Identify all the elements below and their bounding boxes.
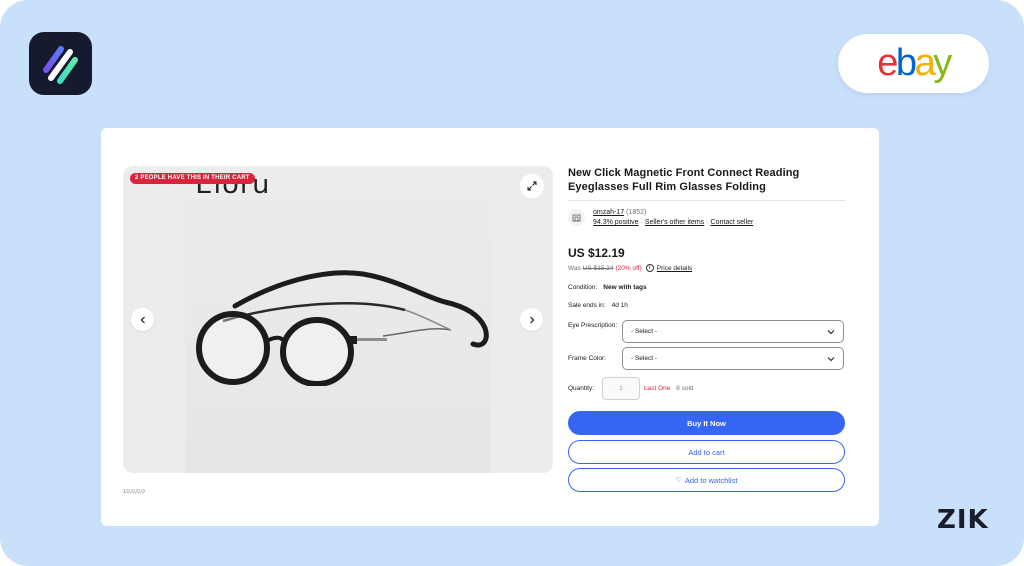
frame-color-select[interactable]: - Select - bbox=[622, 347, 844, 370]
add-to-cart-button[interactable]: Add to cart bbox=[568, 440, 845, 464]
listing-details: New Click Magnetic Front Connect Reading… bbox=[568, 166, 846, 492]
condition-value: New with tags bbox=[603, 284, 647, 291]
chevron-left-icon bbox=[140, 316, 145, 323]
eye-prescription-select[interactable]: - Select - bbox=[622, 320, 844, 343]
old-price: US $15.24 bbox=[582, 264, 614, 272]
last-one-text: Last One bbox=[644, 385, 671, 392]
quantity-input[interactable]: 1 bbox=[602, 377, 640, 400]
next-image-button[interactable] bbox=[520, 308, 543, 331]
seller-other-items-link[interactable]: Seller's other items bbox=[645, 219, 704, 226]
cart-count-badge: 2 PEOPLE HAVE THIS IN THEIR CART bbox=[130, 173, 255, 184]
seller-row: omzah-17 (1852) 94.3% positive · Seller's … bbox=[568, 208, 753, 228]
eye-prescription-value: - Select - bbox=[631, 328, 658, 335]
condition-row: Condition: New with tags bbox=[568, 284, 647, 291]
sale-ends-value: 4d 1h bbox=[611, 302, 628, 309]
expand-image-button[interactable] bbox=[520, 174, 544, 198]
expand-icon bbox=[527, 181, 537, 191]
ebay-logo-letter: y bbox=[933, 42, 952, 84]
sale-ends-row: Sale ends in: 4d 1h bbox=[568, 302, 628, 309]
glasses-image bbox=[196, 270, 489, 386]
chevron-down-icon bbox=[827, 356, 835, 361]
ebay-logo-letter: b bbox=[895, 42, 917, 84]
chevron-right-icon bbox=[529, 316, 534, 323]
listing-title: New Click Magnetic Front Connect Reading… bbox=[568, 167, 800, 193]
eye-prescription-label: Eye Prescription: bbox=[568, 322, 618, 329]
price: US $12.19 bbox=[568, 246, 625, 260]
price-details-link[interactable]: Price details bbox=[657, 265, 692, 272]
slash-logo-icon bbox=[43, 46, 78, 84]
stock-status: Last One · 8 sold bbox=[644, 385, 694, 392]
buy-it-now-button[interactable]: Buy It Now bbox=[568, 411, 845, 435]
page-background: ebay Eloru 2 PEOPLE HAVE THIS IN THEIR C… bbox=[0, 0, 1024, 566]
add-to-watchlist-button[interactable]: ♡ Add to watchlist bbox=[568, 468, 845, 492]
frame-color-value: - Select - bbox=[631, 355, 658, 362]
store-icon bbox=[568, 209, 585, 226]
seller-positive-link[interactable]: 94.3% positive bbox=[593, 219, 639, 226]
was-price-row: Was US $15.24 (20% off) i Price details bbox=[568, 264, 692, 272]
ebay-logo-letter: a bbox=[914, 42, 936, 84]
contact-seller-link[interactable]: Contact seller bbox=[711, 219, 754, 226]
ebay-logo: ebay bbox=[838, 34, 989, 93]
frame-color-label: Frame Color: bbox=[568, 355, 606, 362]
sale-ends-label: Sale ends in: bbox=[568, 302, 606, 309]
heart-icon: ♡ bbox=[675, 477, 682, 484]
chevron-down-icon bbox=[827, 329, 835, 334]
add-to-watchlist-label: Add to watchlist bbox=[684, 475, 738, 485]
quantity-label: Quantity: bbox=[568, 385, 595, 392]
seller-info: omzah-17 (1852) 94.3% positive · Seller's … bbox=[593, 209, 754, 226]
gallery-caption: 10,0,0,0 bbox=[123, 489, 145, 495]
zik-logo: ZIK bbox=[937, 505, 989, 535]
listing-card: Eloru 2 PEOPLE HAVE THIS IN THEIR CART 1… bbox=[101, 128, 879, 526]
discount-percent: (20% off) bbox=[615, 264, 642, 272]
sold-count: · 8 sold bbox=[670, 385, 694, 392]
previous-image-button[interactable] bbox=[131, 308, 154, 331]
title-divider bbox=[568, 200, 846, 201]
image-gallery: Eloru 2 PEOPLE HAVE THIS IN THEIR CART bbox=[123, 166, 553, 473]
was-label: Was bbox=[568, 264, 581, 272]
ebay-logo-letter: e bbox=[877, 42, 898, 84]
seller-username[interactable]: omzah-17 bbox=[593, 209, 624, 216]
seller-feedback-count: (1852) bbox=[626, 209, 647, 216]
condition-label: Condition: bbox=[568, 284, 598, 291]
app-logo bbox=[29, 32, 92, 95]
info-icon[interactable]: i bbox=[645, 264, 654, 272]
